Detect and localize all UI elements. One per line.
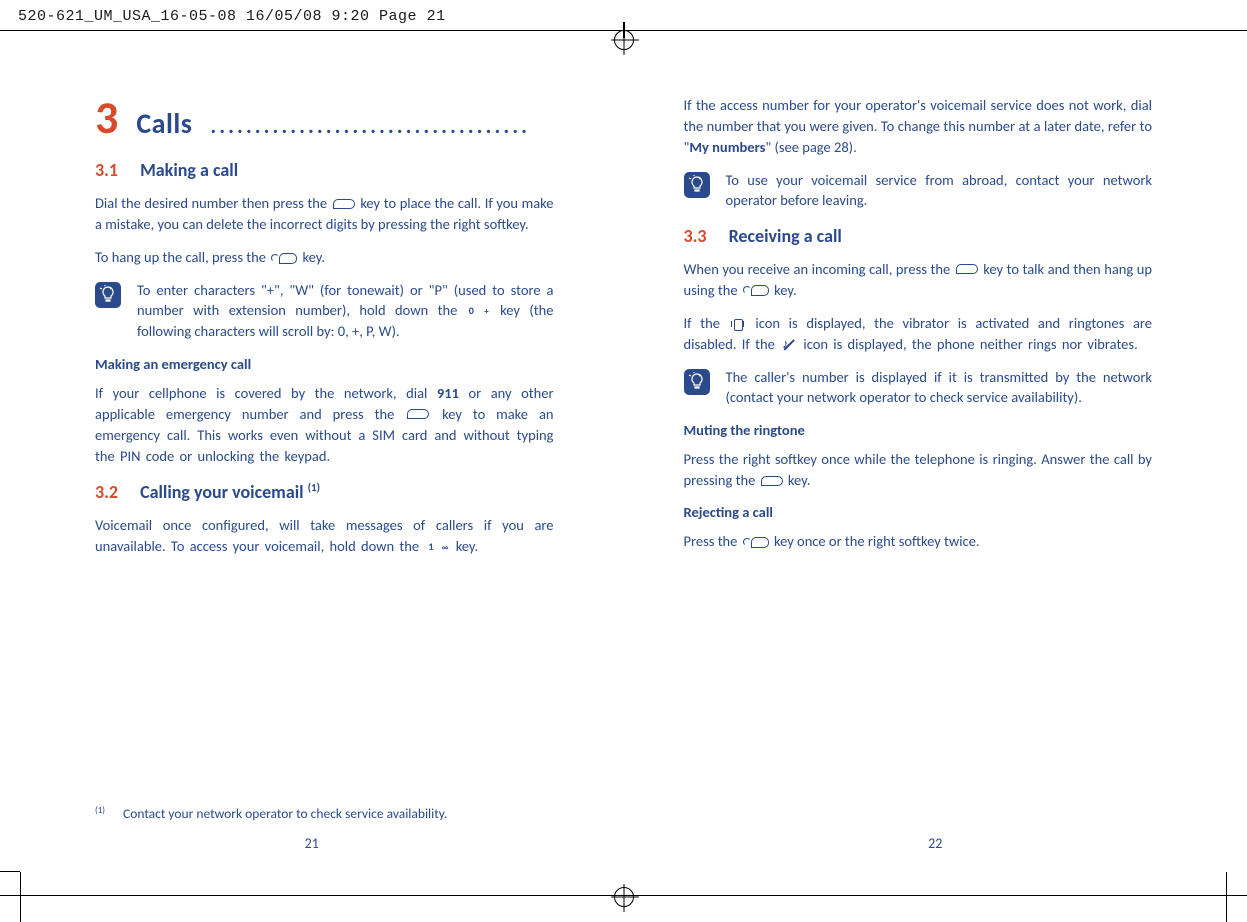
body-paragraph: Press the key once or the right softkey … — [684, 531, 1153, 552]
end-key-icon — [743, 284, 769, 296]
section-number: 3.2 — [95, 481, 118, 503]
crop-mark-v-right — [1226, 872, 1227, 922]
section-3-2-heading: 3.2 Calling your voicemail (1) — [95, 481, 554, 503]
text: key. — [303, 248, 326, 266]
text: Calling your voicemail — [140, 481, 308, 503]
text: If the — [684, 314, 729, 332]
text: If your cellphone is covered by the netw… — [95, 384, 437, 402]
text: icon is displayed, the phone neither rin… — [803, 335, 1137, 353]
silent-icon — [782, 339, 796, 351]
tip-text: To use your voicemail service from abroa… — [726, 170, 1153, 211]
send-key-icon — [956, 264, 978, 274]
page-spread: 3 Calls ................................… — [0, 75, 1247, 867]
section-number: 3.1 — [95, 159, 118, 181]
subheading: Making an emergency call — [95, 355, 554, 373]
body-paragraph: Dial the desired number then press the k… — [95, 193, 554, 235]
text: To hang up the call, press the — [95, 248, 269, 266]
zero-key-icon — [469, 306, 489, 318]
registration-mark-bottom — [614, 887, 634, 907]
body-paragraph: If the icon is displayed, the vibrator i… — [684, 313, 1153, 355]
page-right: If the access number for your operator's… — [624, 75, 1247, 867]
text: Dial the desired number then press the — [95, 194, 331, 212]
print-job-header: 520-621_UM_USA_16-05-08 16/05/08 9:20 Pa… — [18, 8, 446, 25]
body-paragraph: Voicemail once configured, will take mes… — [95, 515, 554, 557]
body-paragraph: If your cellphone is covered by the netw… — [95, 383, 554, 467]
text: " (see page 28). — [765, 138, 856, 156]
crop-mark-h — [0, 871, 20, 872]
dot-leader: .................................... — [210, 112, 553, 139]
text: key. — [788, 471, 811, 489]
tip-box: To enter characters "+", "W" (for tonewa… — [95, 280, 554, 341]
send-key-icon — [761, 476, 783, 486]
end-key-icon — [743, 536, 769, 548]
body-paragraph: When you receive an incoming call, press… — [684, 259, 1153, 301]
crop-mark-v — [20, 872, 21, 922]
text: key. — [774, 281, 797, 299]
send-key-icon — [407, 409, 429, 419]
body-paragraph: If the access number for your operator's… — [684, 95, 1153, 158]
vibrate-icon — [731, 318, 745, 330]
text: When you receive an incoming call, press… — [684, 260, 954, 278]
subheading: Muting the ringtone — [684, 421, 1153, 439]
registration-mark-top — [614, 30, 634, 50]
text: key once or the right softkey twice. — [774, 532, 980, 550]
chapter-heading: 3 Calls ................................… — [95, 95, 554, 141]
section-title: Making a call — [140, 159, 238, 181]
end-key-icon — [271, 252, 297, 264]
chapter-number: 3 — [95, 95, 118, 141]
page-number-right: 22 — [928, 835, 942, 852]
lightbulb-icon — [95, 282, 121, 308]
lightbulb-icon — [684, 369, 710, 395]
text: Press the right softkey once while the t… — [684, 450, 1153, 489]
tip-text: To enter characters "+", "W" (for tonewa… — [137, 280, 554, 341]
section-title: Receiving a call — [729, 225, 842, 247]
page-number-left: 21 — [305, 835, 319, 852]
body-paragraph: To hang up the call, press the key. — [95, 247, 554, 268]
section-3-1-heading: 3.1 Making a call — [95, 159, 554, 181]
tip-box: To use your voicemail service from abroa… — [684, 170, 1153, 211]
footnote-ref: (1) — [308, 481, 320, 494]
footnote: (1) Contact your network operator to che… — [95, 805, 554, 822]
section-number: 3.3 — [684, 225, 707, 247]
lightbulb-icon — [684, 172, 710, 198]
tip-text: The caller's number is displayed if it i… — [726, 367, 1153, 408]
emergency-number: 911 — [437, 384, 459, 402]
text: key. — [456, 537, 479, 555]
menu-reference: My numbers — [689, 138, 765, 156]
text: Press the — [684, 532, 741, 550]
footnote-text: Contact your network operator to check s… — [123, 805, 447, 822]
body-paragraph: Press the right softkey once while the t… — [684, 449, 1153, 491]
subheading: Rejecting a call — [684, 503, 1153, 521]
text: Voicemail once configured, will take mes… — [95, 516, 554, 555]
section-title: Calling your voicemail (1) — [140, 481, 320, 503]
page-left: 3 Calls ................................… — [0, 75, 624, 867]
send-key-icon — [333, 199, 355, 209]
one-key-icon — [426, 542, 448, 554]
tip-box: The caller's number is displayed if it i… — [684, 367, 1153, 408]
text: To enter characters "+", "W" (for tonewa… — [137, 281, 554, 319]
footnote-mark: (1) — [95, 805, 105, 822]
chapter-title: Calls — [136, 106, 192, 141]
section-3-3-heading: 3.3 Receiving a call — [684, 225, 1153, 247]
